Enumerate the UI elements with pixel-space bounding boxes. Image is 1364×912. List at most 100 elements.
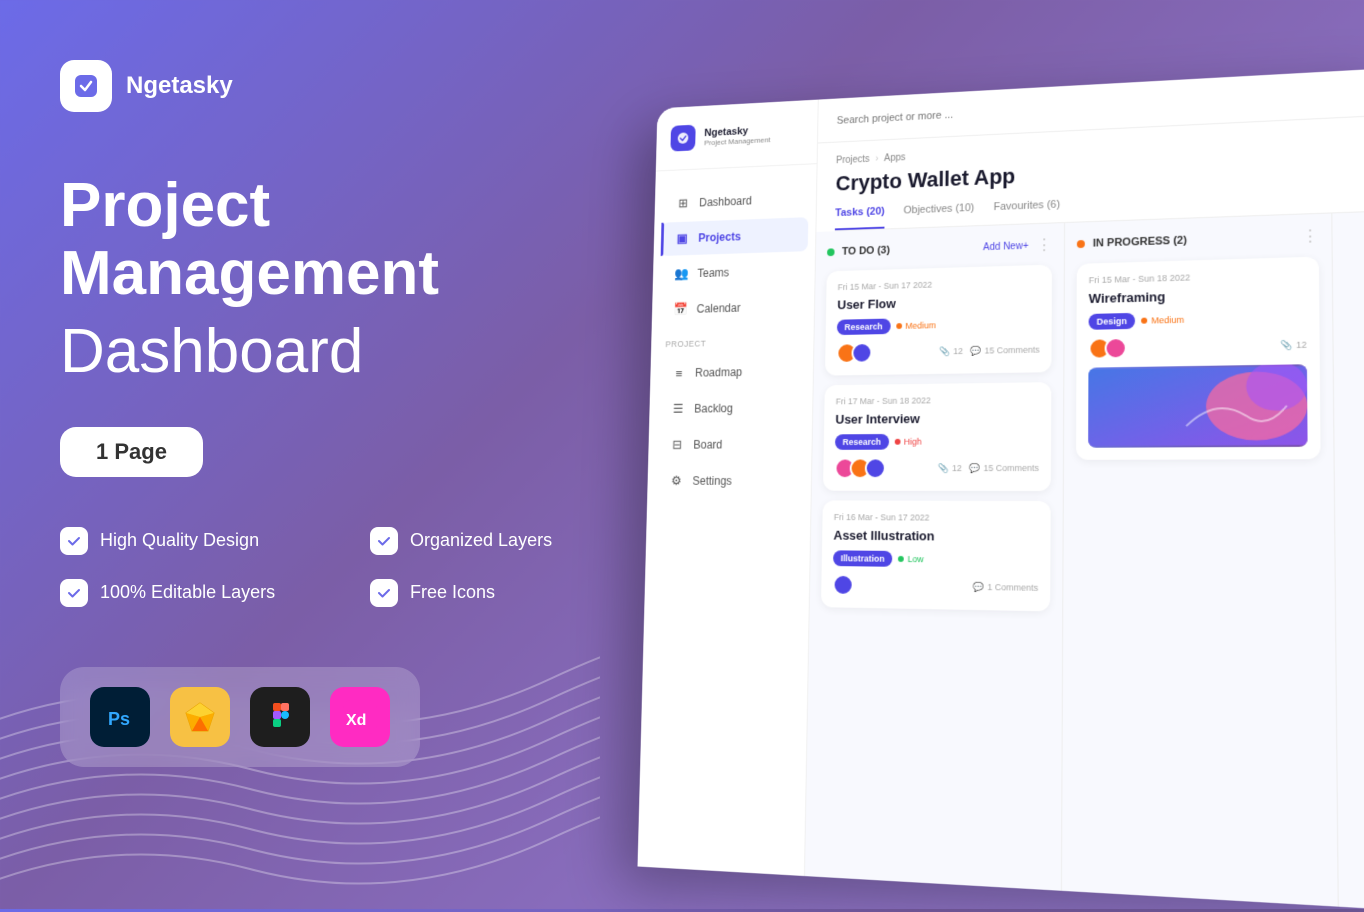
priority-medium-1: Medium (896, 320, 936, 331)
task-avatars-1 (836, 342, 866, 364)
priority-low-3: Low (898, 554, 924, 564)
check-badge-1 (60, 527, 88, 555)
task-card-user-interview[interactable]: Fri 17 Mar - Sun 18 2022 User Interview … (823, 382, 1051, 491)
sidebar-item-projects-label: Projects (698, 230, 741, 245)
sidebar-item-backlog[interactable]: ☰ Backlog (656, 390, 805, 426)
xd-icon: Xd (340, 697, 380, 737)
feature-label-4: Free Icons (410, 582, 495, 603)
main-subtitle: Dashboard (60, 318, 620, 386)
sidebar-item-board[interactable]: ⊟ Board (655, 427, 804, 462)
priority-dot-4 (1141, 318, 1147, 324)
check-badge-4 (370, 579, 398, 607)
projects-icon: ▣ (675, 231, 690, 246)
figma-icon (260, 697, 300, 737)
sidebar-item-backlog-label: Backlog (694, 402, 733, 416)
ps-icon: Ps (100, 697, 140, 737)
task-meta-1: 📎 12 💬 15 Comments (939, 344, 1039, 357)
col-header-todo: TO DO (3) Add New+ ⋮ (827, 235, 1052, 262)
avatar-4b (1105, 337, 1127, 359)
inprogress-dot (1077, 240, 1085, 248)
sidebar-item-teams-label: Teams (697, 266, 729, 280)
card-image-svg (1088, 364, 1307, 448)
add-new-button-todo[interactable]: Add New+ (983, 240, 1028, 252)
sidebar-logo: Ngetasky Project Management (656, 118, 818, 171)
task-card-user-flow[interactable]: Fri 15 Mar - Sun 17 2022 User Flow Resea… (825, 265, 1052, 376)
task-name-4: Wireframing (1089, 285, 1307, 306)
task-footer-1: 📎 12 💬 15 Comments (836, 339, 1039, 364)
col-header-inprogress: IN PROGRESS (2) ⋮ (1077, 226, 1319, 254)
priority-medium-4: Medium (1141, 315, 1184, 326)
task-tags-1: Research Medium (837, 315, 1040, 335)
tool-photoshop: Ps (90, 687, 150, 747)
dashboard-mockup: Ngetasky Project Management ⊞ Dashboard … (638, 67, 1364, 912)
check-icon-4 (376, 585, 392, 601)
col-title-todo: TO DO (3) (842, 245, 890, 258)
tool-sketch (170, 687, 230, 747)
sidebar-item-settings-label: Settings (692, 474, 732, 487)
check-icon-2 (376, 533, 392, 549)
sidebar-item-roadmap[interactable]: ≡ Roadmap (657, 354, 806, 390)
sidebar-logo-text: Ngetasky Project Management (704, 124, 771, 147)
avatar-1b (851, 342, 872, 364)
check-badge-3 (60, 579, 88, 607)
main-title: Project Management (60, 172, 620, 308)
task-avatars-2 (834, 457, 880, 479)
dashboard-icon: ⊞ (676, 196, 691, 211)
main-content: Projects › Apps Crypto Wallet App Tasks … (805, 67, 1364, 912)
task-name-3: Asset Illustration (833, 528, 1038, 545)
sidebar-item-teams[interactable]: 👥 Teams (660, 253, 808, 291)
kanban-area: TO DO (3) Add New+ ⋮ Fri 15 Mar - Sun 17… (805, 210, 1364, 912)
task-name-2: User Interview (835, 410, 1039, 427)
meta-comments-1: 💬 15 Comments (971, 344, 1040, 356)
calendar-icon: 📅 (673, 302, 688, 317)
tab-tasks[interactable]: Tasks (20) (835, 206, 885, 231)
col-more-todo[interactable]: ⋮ (1036, 235, 1052, 255)
col-title-row-todo: TO DO (3) (827, 245, 890, 259)
sidebar-item-calendar[interactable]: 📅 Calendar (659, 289, 807, 327)
tag-illustration-3: Illustration (833, 550, 892, 566)
task-card-asset-illustration[interactable]: Fri 16 Mar - Sun 17 2022 Asset Illustrat… (821, 500, 1051, 611)
task-meta-3: 💬 1 Comments (973, 581, 1038, 593)
feature-item-1: High Quality Design (60, 527, 310, 555)
breadcrumb-projects: Projects (836, 154, 870, 166)
feature-item-2: Organized Layers (370, 527, 620, 555)
roadmap-icon: ≡ (672, 365, 687, 380)
brand-name: Ngetasky (126, 72, 233, 100)
kanban-col-todo: TO DO (3) Add New+ ⋮ Fri 15 Mar - Sun 17… (805, 223, 1065, 902)
check-icon-3 (66, 585, 82, 601)
task-footer-4: 📎 12 (1088, 333, 1306, 359)
task-avatars-3 (833, 574, 849, 596)
sidebar-logo-icon (670, 125, 695, 152)
priority-dot-2 (894, 439, 900, 445)
feature-item-3: 100% Editable Layers (60, 579, 310, 607)
tool-adobe-xd: Xd (330, 687, 390, 747)
task-tags-4: Design Medium (1089, 309, 1307, 330)
sidebar-item-dashboard[interactable]: ⊞ Dashboard (662, 181, 809, 221)
task-tags-2: Research High (835, 433, 1039, 450)
task-meta-4: 📎 12 (1281, 339, 1307, 351)
col-more-inprogress[interactable]: ⋮ (1302, 226, 1319, 247)
tab-favourites[interactable]: Favourites (6) (993, 199, 1060, 225)
tag-research-2: Research (835, 434, 889, 450)
feature-item-4: Free Icons (370, 579, 620, 607)
priority-dot-3 (898, 556, 904, 562)
sidebar-item-settings[interactable]: ⚙ Settings (654, 464, 803, 499)
col-title-inprogress: IN PROGRESS (2) (1093, 235, 1187, 250)
backlog-icon: ☰ (671, 401, 686, 416)
brand-logo (60, 60, 112, 112)
tab-objectives[interactable]: Objectives (10) (903, 202, 974, 228)
task-tags-3: Illustration Low (833, 550, 1038, 568)
priority-dot-1 (896, 323, 902, 329)
meta-attachments-2: 📎 12 (938, 463, 962, 474)
meta-attachments-4: 📎 12 (1281, 339, 1307, 351)
task-footer-2: 📎 12 💬 15 Comments (834, 457, 1039, 479)
features-grid: High Quality Design Organized Layers 100… (60, 527, 620, 607)
tag-design-4: Design (1089, 313, 1135, 330)
task-date-2: Fri 17 Mar - Sun 18 2022 (836, 394, 1040, 406)
svg-text:Ps: Ps (108, 709, 130, 729)
meta-attachments-1: 📎 12 (939, 346, 963, 357)
sidebar-item-projects[interactable]: ▣ Projects (661, 217, 809, 256)
task-card-wireframing[interactable]: Fri 15 Mar - Sun 18 2022 Wireframing Des… (1076, 257, 1321, 460)
feature-label-2: Organized Layers (410, 530, 552, 551)
tag-research-1: Research (837, 319, 890, 336)
